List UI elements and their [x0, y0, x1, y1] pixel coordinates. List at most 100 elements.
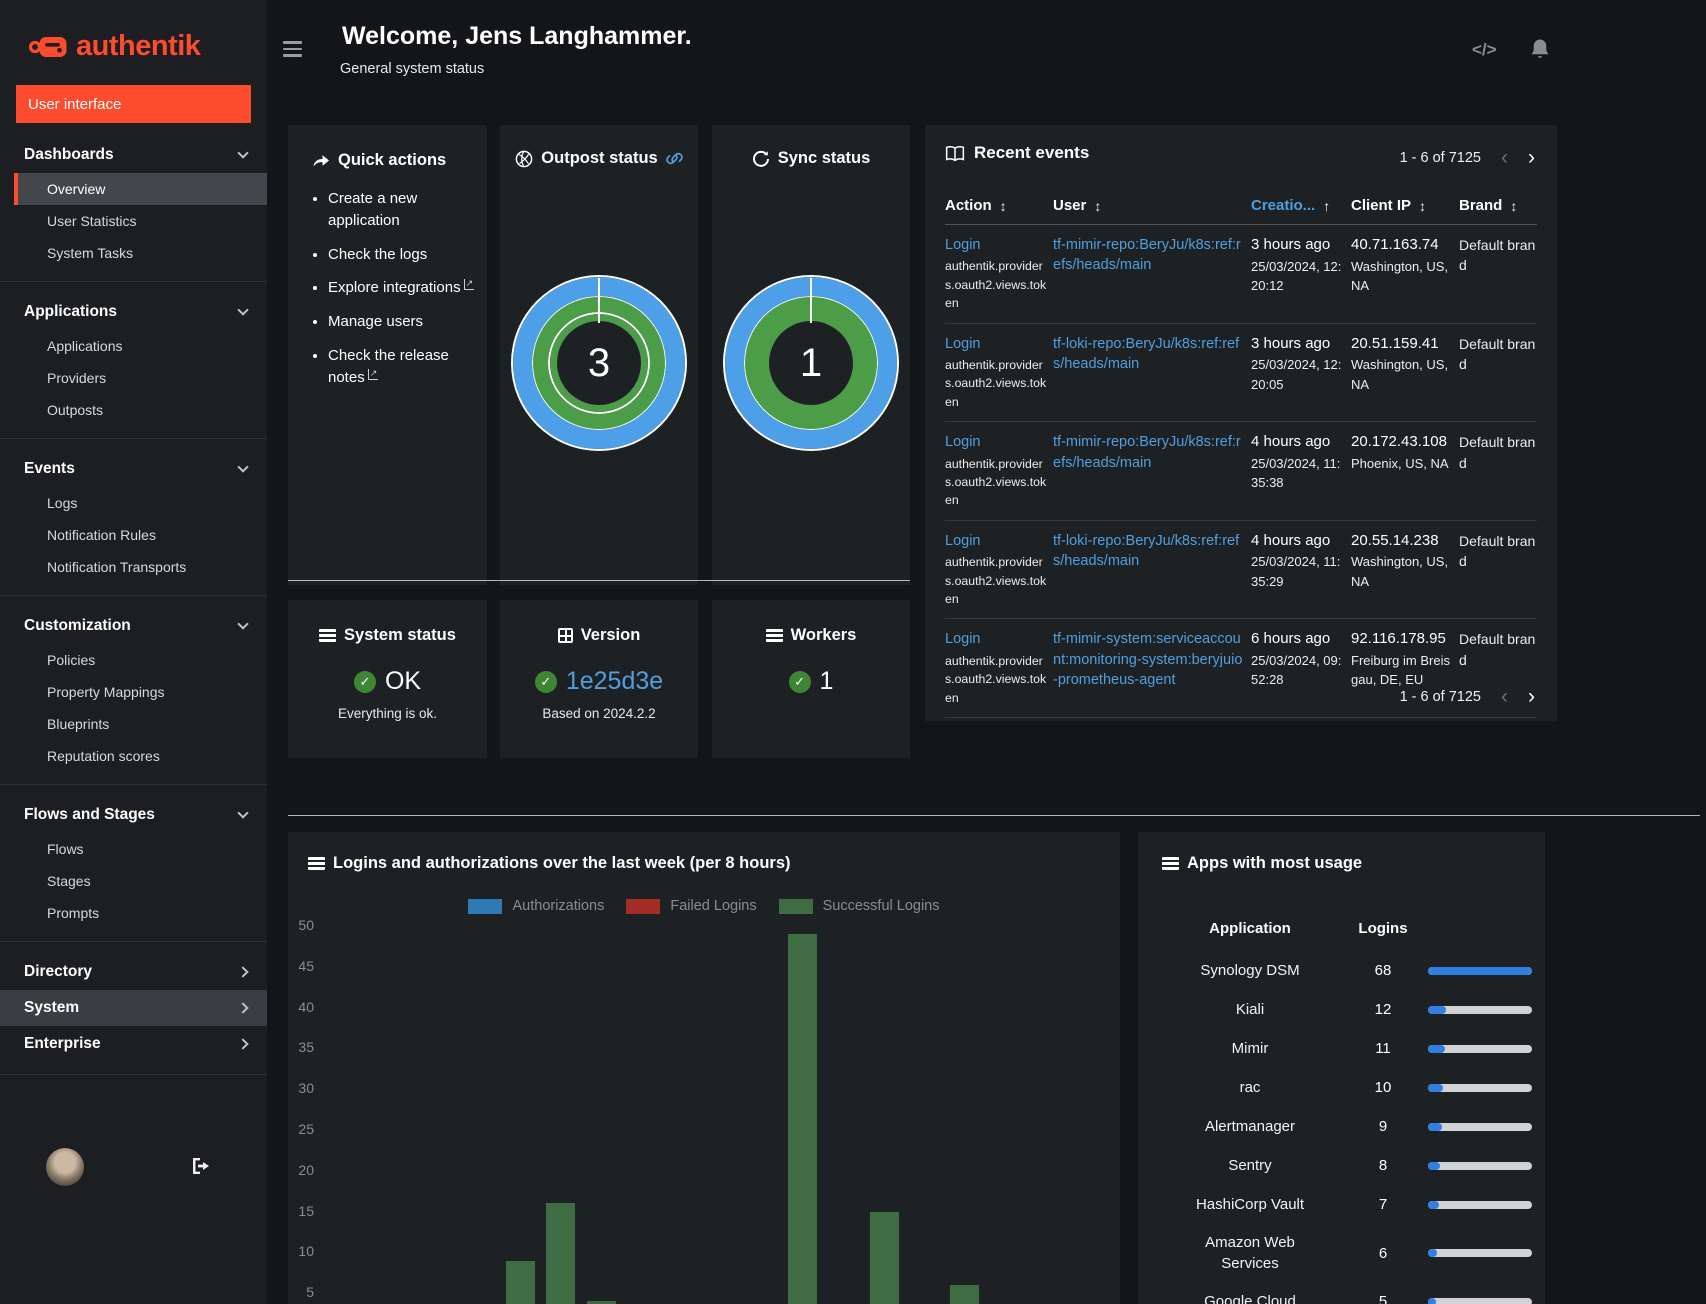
sidebar-item-prompts[interactable]: Prompts: [14, 897, 267, 929]
sidebar-item-outposts[interactable]: Outposts: [14, 394, 267, 426]
notifications-bell-icon[interactable]: [1529, 38, 1551, 62]
column-header-application: Application: [1209, 920, 1291, 937]
y-axis-tick: 5: [306, 1284, 314, 1301]
sort-icon[interactable]: ↕: [1419, 198, 1426, 214]
sidebar-section-customization[interactable]: Customization: [0, 608, 267, 644]
column-header-client-ip[interactable]: Client IP ↕: [1351, 197, 1455, 214]
card-title: Recent events: [974, 143, 1090, 162]
sidebar-item-reputation-scores[interactable]: Reputation scores: [14, 740, 267, 772]
sidebar-item-notification-rules[interactable]: Notification Rules: [14, 519, 267, 551]
check-circle-icon: ✓: [353, 670, 376, 693]
quick-action-check-logs[interactable]: Check the logs: [328, 244, 487, 266]
pagination-next-icon[interactable]: ›: [1528, 147, 1535, 168]
nav-item-label: Blueprints: [47, 716, 110, 732]
version-link[interactable]: 1e25d3e: [566, 667, 663, 696]
event-action-link[interactable]: Login: [945, 631, 980, 647]
sidebar-item-flows[interactable]: Flows: [14, 833, 267, 865]
sidebar-item-blueprints[interactable]: Blueprints: [14, 708, 267, 740]
server-icon: [1162, 857, 1179, 870]
sidebar-section-applications[interactable]: Applications: [0, 294, 267, 330]
event-user-link[interactable]: tf-mimir-system:serviceaccount:monitorin…: [1053, 629, 1247, 707]
event-action-link[interactable]: Login: [945, 434, 980, 450]
sidebar-section-directory[interactable]: Directory: [0, 954, 267, 990]
usage-progress-bar: [1428, 1044, 1532, 1053]
column-header-brand[interactable]: Brand ↕: [1459, 197, 1537, 214]
event-location: Phoenix, US, NA: [1351, 455, 1449, 471]
sidebar-section-flows-and-stages[interactable]: Flows and Stages: [0, 797, 267, 833]
event-action-link[interactable]: Login: [945, 237, 980, 253]
api-code-icon[interactable]: </>: [1472, 40, 1497, 60]
outpost-icon: [515, 150, 533, 168]
event-user-link[interactable]: tf-mimir-repo:BeryJu/k8s:ref:refs/heads/…: [1053, 235, 1247, 313]
usage-progress-bar: [1428, 966, 1532, 975]
divider: [288, 815, 1700, 816]
event-client-ip: 92.116.178.95: [1351, 630, 1446, 648]
sidebar-item-property-mappings[interactable]: Property Mappings: [14, 676, 267, 708]
check-circle-icon: ✓: [788, 670, 811, 693]
link-icon[interactable]: [665, 150, 683, 167]
event-time-ago: 3 hours ago: [1251, 334, 1331, 352]
usage-progress-bar: [1428, 1249, 1532, 1257]
user-avatar[interactable]: [46, 1148, 84, 1186]
check-circle-icon: ✓: [534, 670, 557, 693]
event-action-link[interactable]: Login: [945, 336, 980, 352]
app-usage-row: Amazon Web Services 6: [1162, 1224, 1532, 1282]
sidebar-section-enterprise[interactable]: Enterprise: [0, 1026, 267, 1062]
logout-icon[interactable]: [190, 1156, 212, 1176]
sidebar-item-providers[interactable]: Providers: [14, 362, 267, 394]
sidebar-item-stages[interactable]: Stages: [14, 865, 267, 897]
sidebar-section-system[interactable]: System: [0, 990, 267, 1026]
quick-action-create-application[interactable]: Create a new application: [328, 188, 487, 232]
sort-icon[interactable]: ↕: [1510, 198, 1517, 214]
quick-action-explore-integrations[interactable]: Explore integrations↗: [328, 277, 487, 299]
sort-icon[interactable]: ↕: [1094, 198, 1101, 214]
app-name: HashiCorp Vault: [1195, 1196, 1305, 1213]
nav-item-label: Notification Transports: [47, 559, 187, 575]
sidebar-item-overview[interactable]: Overview: [14, 173, 267, 205]
pagination-prev-icon[interactable]: ‹: [1501, 147, 1508, 168]
sort-icon[interactable]: ↕: [1000, 198, 1007, 214]
nav-item-label: Flows: [47, 841, 84, 857]
event-user-link[interactable]: tf-mimir-repo:BeryJu/k8s:ref:refs/heads/…: [1053, 432, 1247, 510]
pagination-prev-icon[interactable]: ‹: [1501, 686, 1508, 707]
y-axis-tick: 10: [298, 1243, 314, 1260]
quick-action-release-notes[interactable]: Check the release notes↗: [328, 345, 487, 389]
nav-item-label: Reputation scores: [47, 748, 160, 764]
sort-asc-icon[interactable]: ↑: [1323, 198, 1330, 214]
sidebar-item-applications[interactable]: Applications: [14, 330, 267, 362]
sidebar-section-dashboards[interactable]: Dashboards: [0, 137, 267, 173]
sidebar-item-system-tasks[interactable]: System Tasks: [14, 237, 267, 269]
pagination-next-icon[interactable]: ›: [1528, 686, 1535, 707]
app-name: Google Cloud: [1204, 1293, 1296, 1304]
sidebar-item-logs[interactable]: Logs: [14, 487, 267, 519]
card-title: Version: [580, 626, 641, 644]
chevron-right-icon: [237, 966, 249, 978]
column-header-action[interactable]: Action ↕: [945, 197, 1049, 214]
authentik-admin-dashboard: authentik User interface Dashboards Over…: [0, 0, 1706, 1304]
sidebar-section-events[interactable]: Events: [0, 451, 267, 487]
workers-header: Workers: [712, 626, 910, 645]
chart-bar: [788, 934, 818, 1304]
sidebar-item-user-statistics[interactable]: User Statistics: [14, 205, 267, 237]
event-user-link[interactable]: tf-loki-repo:BeryJu/k8s:ref:refs/heads/m…: [1053, 334, 1247, 412]
outpost-count: 3: [557, 321, 641, 405]
divider: [0, 438, 267, 439]
system-status-value: ✓ OK: [288, 667, 487, 696]
event-action-link[interactable]: Login: [945, 533, 980, 549]
sidebar-toggle-icon[interactable]: [283, 41, 302, 61]
version-header: Version: [500, 626, 698, 645]
column-header-creation-date[interactable]: Creatio... ↑: [1251, 197, 1347, 214]
section-label: Customization: [24, 617, 131, 634]
server-icon: [319, 629, 337, 642]
user-interface-button[interactable]: User interface: [16, 85, 251, 123]
nav-item-label: Applications: [47, 338, 123, 354]
sidebar-item-notification-transports[interactable]: Notification Transports: [14, 551, 267, 583]
event-user-link[interactable]: tf-loki-repo:BeryJu/k8s:ref:refs/heads/m…: [1053, 531, 1247, 609]
section-label: Directory: [24, 963, 93, 980]
column-header-user[interactable]: User ↕: [1053, 197, 1247, 214]
quick-action-manage-users[interactable]: Manage users: [328, 311, 487, 333]
sidebar-item-policies[interactable]: Policies: [14, 644, 267, 676]
app-name: Synology DSM: [1200, 962, 1300, 979]
apps-usage-header: Apps with most usage: [1162, 854, 1545, 873]
column-header-logins: Logins: [1358, 920, 1408, 937]
